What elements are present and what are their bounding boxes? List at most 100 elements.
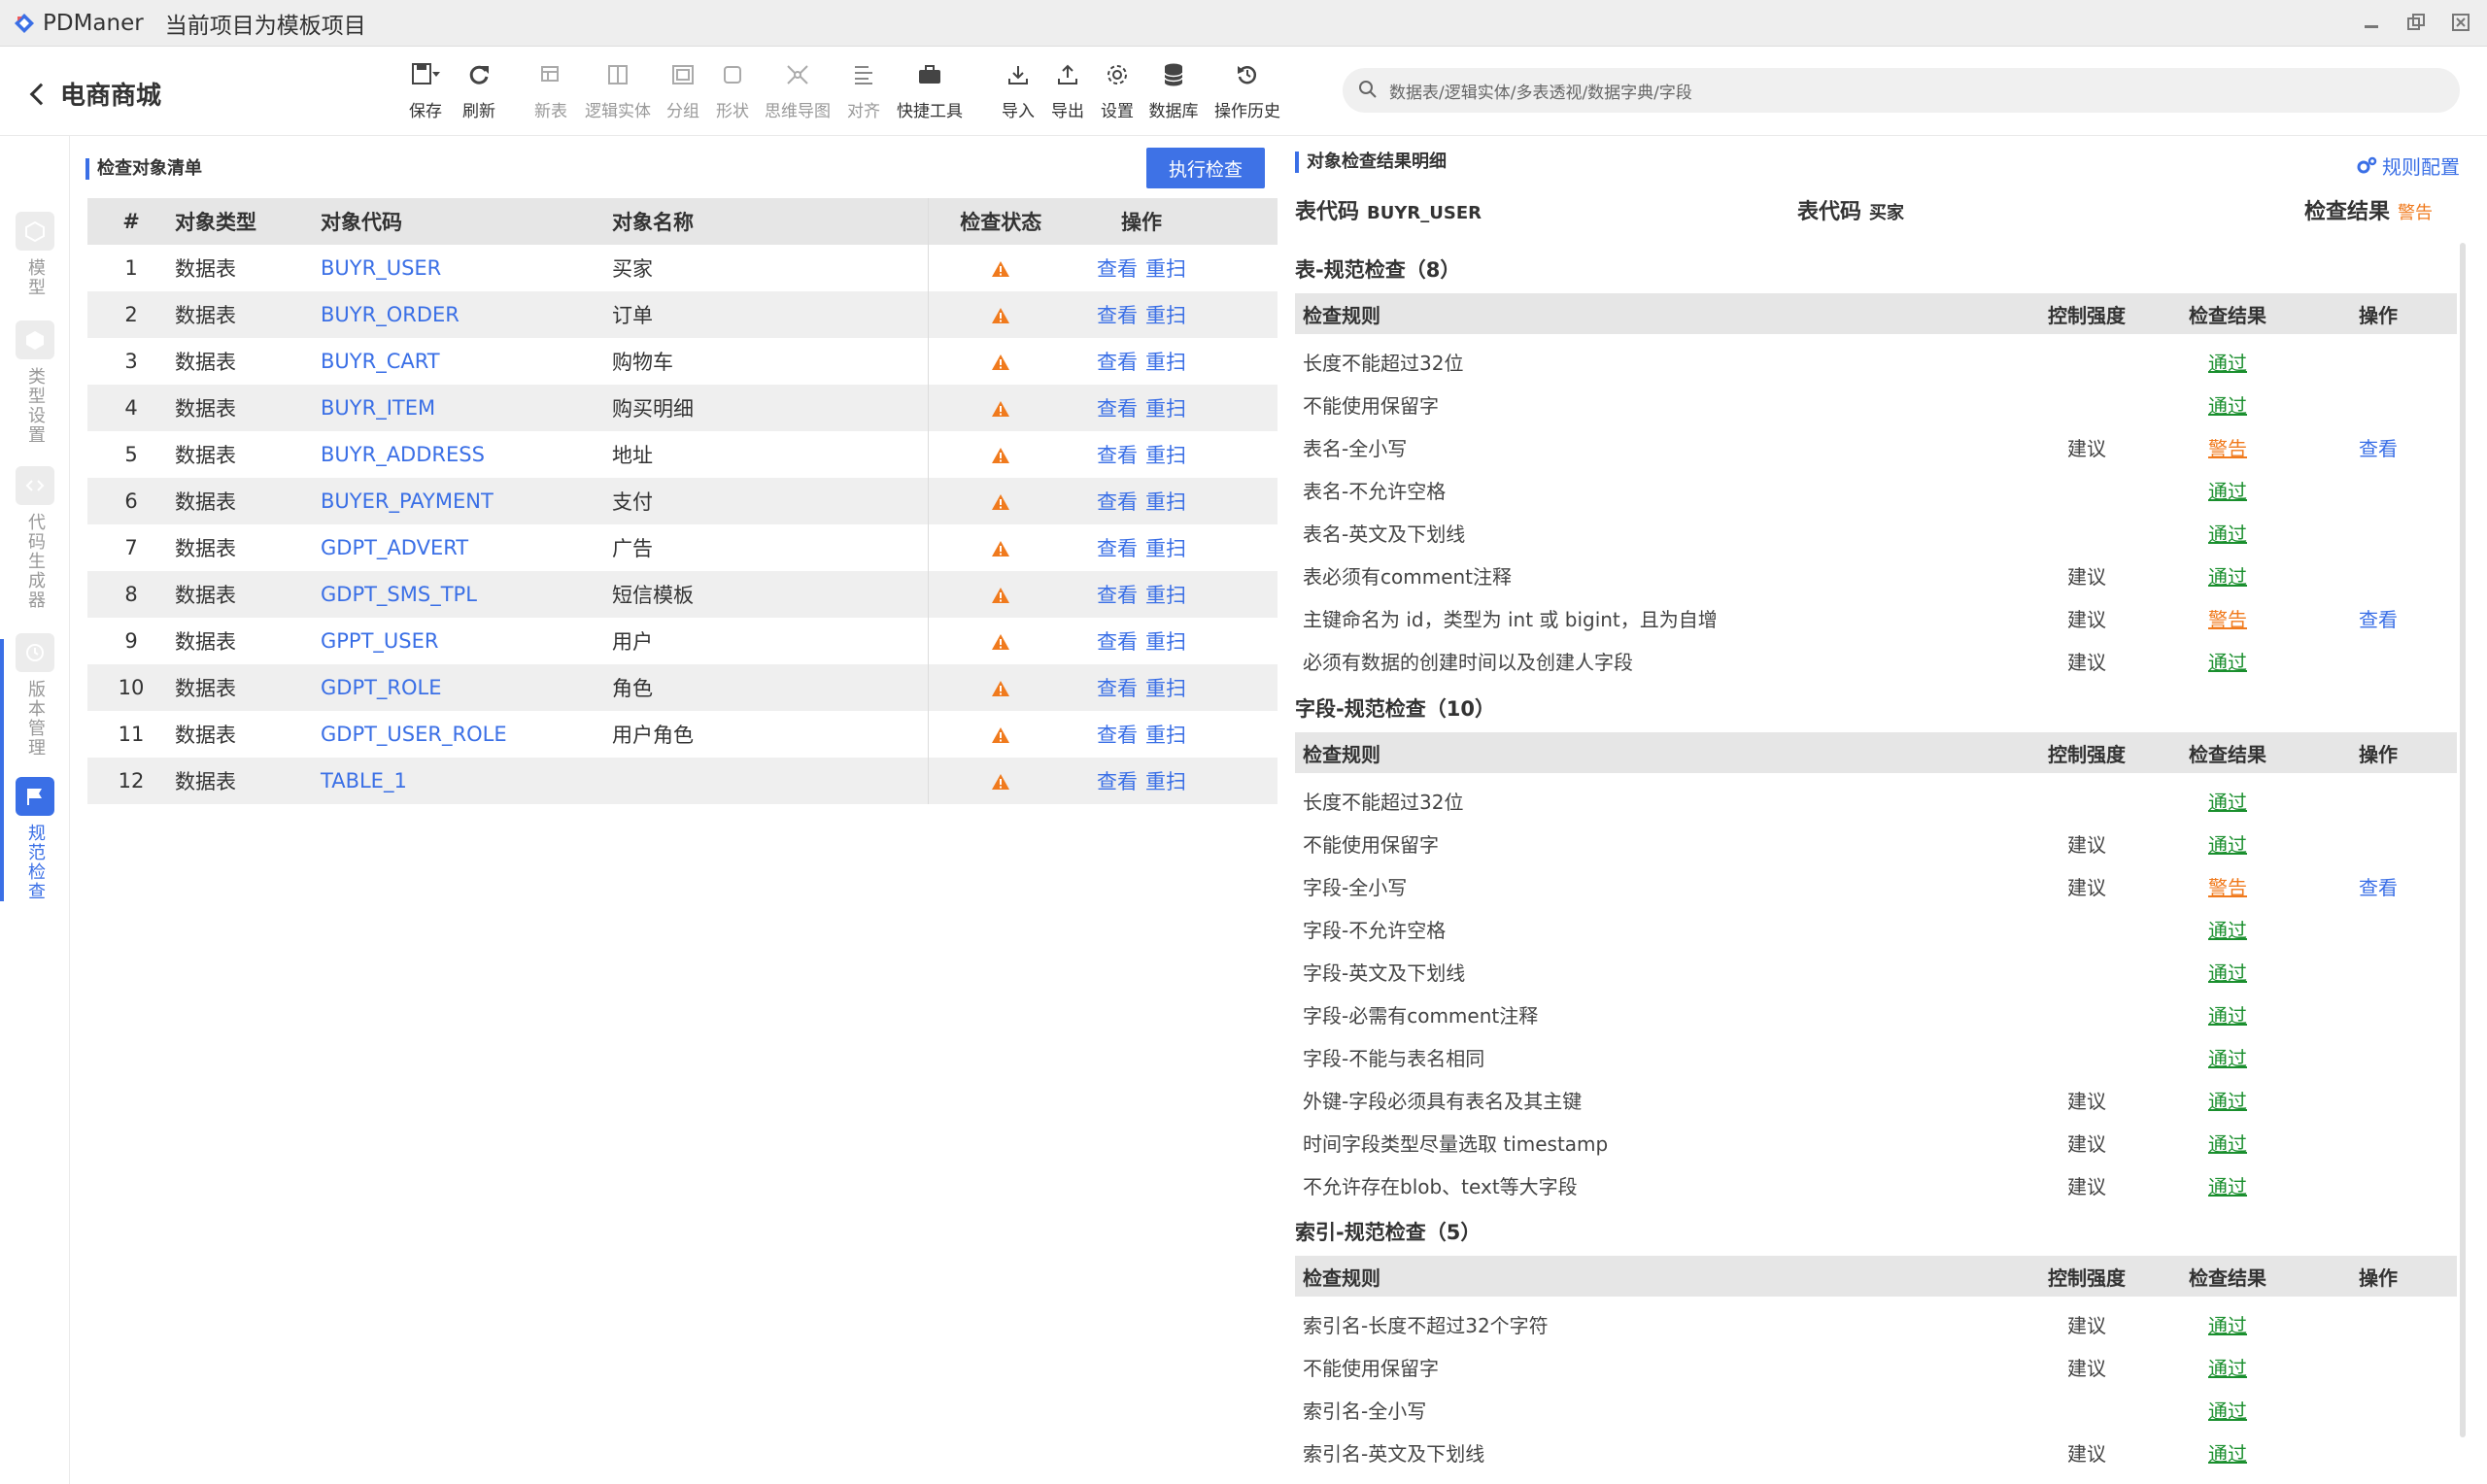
rule-op[interactable]	[2305, 1121, 2451, 1164]
row-code[interactable]: GPPT_USER	[321, 618, 612, 664]
object-code-link[interactable]: BUYR_ADDRESS	[321, 443, 485, 466]
row-code[interactable]: TABLE_1	[321, 758, 612, 804]
rule-op[interactable]	[2305, 1431, 2451, 1473]
rescan-link[interactable]: 重扫	[1145, 444, 1186, 467]
rule-result-link[interactable]: 通过	[2208, 1171, 2247, 1199]
rescan-link[interactable]: 重扫	[1145, 724, 1186, 747]
restore-icon[interactable]	[2403, 10, 2429, 35]
row-code[interactable]: GDPT_ADVERT	[321, 524, 612, 571]
rule-op[interactable]	[2305, 1035, 2451, 1078]
row-code[interactable]: BUYR_ORDER	[321, 291, 612, 338]
rule-result-link[interactable]: 通过	[2208, 1086, 2247, 1114]
table-row[interactable]: 11 数据表 GDPT_USER_ROLE 用户角色 查看 重扫	[87, 711, 1278, 758]
rule-view-link[interactable]: 查看	[2359, 433, 2398, 461]
rule-result[interactable]: 通过	[2150, 511, 2305, 554]
rule-op[interactable]	[2305, 907, 2451, 950]
rule-result-link[interactable]: 通过	[2208, 1043, 2247, 1071]
rule-op[interactable]	[2305, 1164, 2451, 1206]
rule-op[interactable]	[2305, 340, 2451, 383]
run-check-button[interactable]: 执行检查	[1146, 148, 1265, 188]
rule-result-link[interactable]: 通过	[2208, 787, 2247, 815]
rule-result-link[interactable]: 通过	[2208, 1000, 2247, 1029]
rule-result[interactable]: 通过	[2150, 1431, 2305, 1473]
rule-result-link[interactable]: 通过	[2208, 958, 2247, 986]
minimize-icon[interactable]	[2359, 10, 2384, 35]
rule-result-link[interactable]: 通过	[2208, 1438, 2247, 1467]
object-code-link[interactable]: GDPT_ROLE	[321, 676, 442, 699]
rule-result-link[interactable]: 通过	[2208, 1396, 2247, 1424]
rule-result-link[interactable]: 通过	[2208, 1129, 2247, 1157]
table-row[interactable]: 6 数据表 BUYER_PAYMENT 支付 查看 重扫	[87, 478, 1278, 524]
view-link[interactable]: 查看	[1097, 351, 1138, 374]
rule-op[interactable]	[2305, 554, 2451, 596]
object-code-link[interactable]: TABLE_1	[321, 769, 407, 793]
rule-op[interactable]: 查看	[2305, 425, 2451, 468]
rescan-link[interactable]: 重扫	[1145, 351, 1186, 374]
view-link[interactable]: 查看	[1097, 770, 1138, 793]
rule-result-link[interactable]: 通过	[2208, 348, 2247, 376]
rail-item-version[interactable]: 版本管理	[16, 633, 54, 758]
table-row[interactable]: 12 数据表 TABLE_1 查看 重扫	[87, 758, 1278, 804]
view-link[interactable]: 查看	[1097, 304, 1138, 327]
rule-op[interactable]: 查看	[2305, 864, 2451, 907]
rule-result[interactable]: 通过	[2150, 907, 2305, 950]
object-code-link[interactable]: BUYR_ORDER	[321, 303, 460, 326]
rescan-link[interactable]: 重扫	[1145, 677, 1186, 700]
rule-view-link[interactable]: 查看	[2359, 872, 2398, 900]
rule-result[interactable]: 通过	[2150, 1035, 2305, 1078]
view-link[interactable]: 查看	[1097, 490, 1138, 514]
view-link[interactable]: 查看	[1097, 584, 1138, 607]
rule-result[interactable]: 通过	[2150, 554, 2305, 596]
table-row[interactable]: 9 数据表 GPPT_USER 用户 查看 重扫	[87, 618, 1278, 664]
rule-op[interactable]	[2305, 511, 2451, 554]
rule-op[interactable]	[2305, 468, 2451, 511]
rule-result[interactable]: 警告	[2150, 596, 2305, 639]
view-link[interactable]: 查看	[1097, 724, 1138, 747]
rule-result-link[interactable]: 通过	[2208, 519, 2247, 547]
rule-result[interactable]: 通过	[2150, 639, 2305, 682]
rescan-link[interactable]: 重扫	[1145, 304, 1186, 327]
table-row[interactable]: 4 数据表 BUYR_ITEM 购买明细 查看 重扫	[87, 385, 1278, 431]
rule-result[interactable]: 通过	[2150, 779, 2305, 822]
rule-op[interactable]	[2305, 383, 2451, 425]
refresh-button[interactable]: 刷新	[440, 60, 518, 121]
rule-result[interactable]: 警告	[2150, 864, 2305, 907]
scrollbar[interactable]	[2460, 243, 2466, 1437]
rail-item-code-generator[interactable]: 代码生成器	[16, 466, 54, 610]
rule-op[interactable]	[2305, 1345, 2451, 1388]
row-code[interactable]: BUYR_CART	[321, 338, 612, 385]
object-code-link[interactable]: GDPT_USER_ROLE	[321, 723, 507, 746]
rule-op[interactable]	[2305, 1388, 2451, 1431]
object-code-link[interactable]: BUYR_CART	[321, 350, 440, 373]
rule-result[interactable]: 通过	[2150, 993, 2305, 1035]
object-code-link[interactable]: GDPT_SMS_TPL	[321, 583, 477, 606]
view-link[interactable]: 查看	[1097, 677, 1138, 700]
table-row[interactable]: 2 数据表 BUYR_ORDER 订单 查看 重扫	[87, 291, 1278, 338]
object-code-link[interactable]: BUYER_PAYMENT	[321, 489, 494, 513]
rule-result-link[interactable]: 通过	[2208, 561, 2247, 590]
rule-op[interactable]	[2305, 639, 2451, 682]
rule-result-link[interactable]: 通过	[2208, 1310, 2247, 1338]
history-button[interactable]: 操作历史	[1209, 60, 1286, 121]
rule-result-link[interactable]: 通过	[2208, 390, 2247, 419]
row-code[interactable]: BUYER_PAYMENT	[321, 478, 612, 524]
row-code[interactable]: BUYR_ADDRESS	[321, 431, 612, 478]
rule-result-link[interactable]: 通过	[2208, 476, 2247, 504]
table-row[interactable]: 5 数据表 BUYR_ADDRESS 地址 查看 重扫	[87, 431, 1278, 478]
table-row[interactable]: 7 数据表 GDPT_ADVERT 广告 查看 重扫	[87, 524, 1278, 571]
rescan-link[interactable]: 重扫	[1145, 584, 1186, 607]
rule-result-link[interactable]: 通过	[2208, 1353, 2247, 1381]
rule-result-link[interactable]: 通过	[2208, 915, 2247, 943]
quick-tools-button[interactable]: 快捷工具	[891, 60, 969, 121]
rescan-link[interactable]: 重扫	[1145, 397, 1186, 421]
rule-result[interactable]: 通过	[2150, 1078, 2305, 1121]
rule-view-link[interactable]: 查看	[2359, 604, 2398, 632]
view-link[interactable]: 查看	[1097, 630, 1138, 654]
rule-result[interactable]: 通过	[2150, 1121, 2305, 1164]
back-button[interactable]: 电商商城	[29, 76, 161, 112]
object-code-link[interactable]: GPPT_USER	[321, 629, 439, 653]
rule-result[interactable]: 通过	[2150, 340, 2305, 383]
object-code-link[interactable]: BUYR_ITEM	[321, 396, 435, 420]
rule-result[interactable]: 警告	[2150, 425, 2305, 468]
rail-item-type-settings[interactable]: 类型设置	[16, 320, 54, 445]
